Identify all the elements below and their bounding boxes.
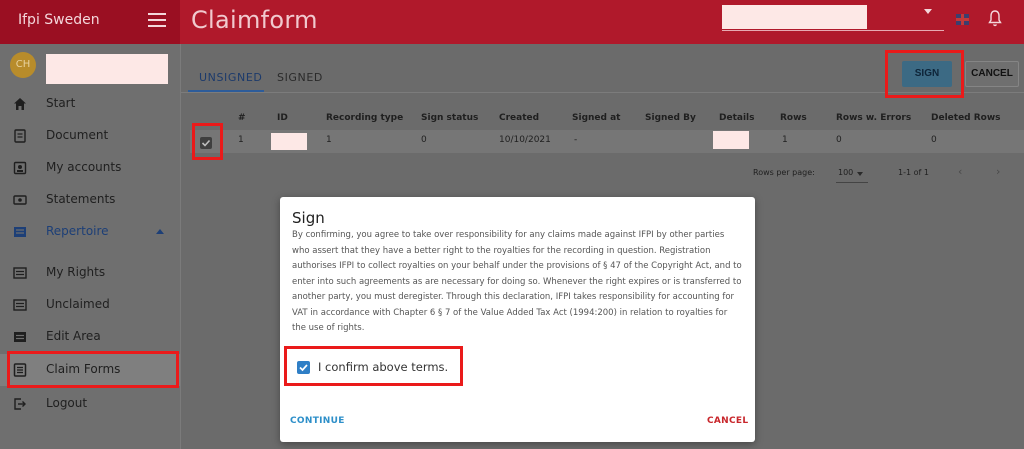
column-header-rows[interactable]: Rows: [780, 113, 807, 123]
list-icon: [13, 267, 27, 279]
sidebar-item-label: Start: [46, 96, 76, 110]
accounts-icon: [13, 161, 27, 175]
cell-created: 10/10/2021: [499, 135, 551, 145]
home-icon: [14, 98, 26, 110]
rows-per-page-select[interactable]: 100: [838, 168, 853, 177]
cell-deleted-rows: 0: [931, 135, 937, 145]
chevron-down-icon[interactable]: [857, 172, 863, 176]
sidebar-item-label: My Rights: [46, 265, 106, 279]
column-header-created[interactable]: Created: [499, 113, 539, 123]
list-icon: [14, 332, 26, 342]
statements-icon: [13, 195, 27, 205]
cell-details[interactable]: [713, 131, 749, 149]
sidebar: CH Start Document My accounts Statements…: [0, 44, 181, 449]
highlight-claim-forms: [7, 351, 179, 388]
sidebar-item-label: Document: [46, 128, 109, 142]
brand-area: Ifpi Sweden: [0, 0, 180, 44]
tab-unsigned[interactable]: UNSIGNED: [199, 71, 262, 84]
cancel-button[interactable]: CANCEL: [965, 61, 1019, 87]
previous-page-icon[interactable]: ‹: [958, 165, 962, 178]
column-header-signed-at[interactable]: Signed at: [572, 113, 620, 123]
sidebar-item-label: Statements: [46, 192, 116, 206]
highlight-sign-button: [885, 50, 964, 98]
sidebar-item-unclaimed[interactable]: Unclaimed: [0, 289, 180, 321]
sign-dialog: Sign By confirming, you agree to take ov…: [280, 197, 755, 442]
sidebar-item-document[interactable]: Document: [0, 120, 180, 152]
sidebar-item-label: Unclaimed: [46, 297, 110, 311]
avatar[interactable]: CH: [10, 52, 36, 78]
cell-sign-status: 0: [421, 135, 427, 145]
cell-recording-type: 1: [326, 135, 332, 145]
sidebar-item-repertoire[interactable]: Repertoire: [0, 216, 180, 248]
column-header-rows-errors[interactable]: Rows w. Errors: [836, 113, 911, 123]
document-icon: [14, 129, 26, 143]
continue-button[interactable]: CONTINUE: [288, 414, 347, 428]
dialog-cancel-button[interactable]: CANCEL: [705, 414, 750, 428]
notification-bell-icon[interactable]: [988, 10, 1002, 28]
chevron-up-icon: [156, 229, 164, 234]
cell-signed-at: -: [574, 135, 578, 145]
chevron-down-icon[interactable]: [924, 9, 932, 14]
repertoire-icon: [14, 227, 26, 237]
organisation-select-field[interactable]: [722, 5, 867, 29]
column-header-details[interactable]: Details: [719, 113, 754, 123]
sidebar-item-edit-area[interactable]: Edit Area: [0, 321, 180, 353]
sidebar-item-start[interactable]: Start: [0, 88, 180, 120]
list-icon: [13, 299, 27, 311]
rows-per-page-label: Rows per page:: [753, 168, 815, 177]
brand-name: Ifpi Sweden: [18, 12, 100, 28]
next-page-icon[interactable]: ›: [996, 165, 1000, 178]
cell-rows: 1: [782, 135, 788, 145]
sidebar-item-label: My accounts: [46, 160, 122, 174]
column-header-id[interactable]: ID: [277, 113, 288, 123]
tab-signed[interactable]: SIGNED: [277, 71, 323, 84]
hamburger-menu-icon[interactable]: [148, 13, 166, 27]
sidebar-item-my-rights[interactable]: My Rights: [0, 257, 180, 289]
user-name-field: [46, 54, 168, 84]
sidebar-item-label: Repertoire: [46, 224, 109, 238]
sidebar-item-label: Logout: [46, 396, 88, 410]
select-underline: [722, 30, 944, 31]
top-app-bar: Ifpi Sweden Claimform: [0, 0, 1024, 44]
highlight-row-checkbox: [192, 123, 223, 160]
column-header-number[interactable]: #: [238, 113, 246, 123]
cell-id: [271, 133, 307, 150]
column-header-signed-by[interactable]: Signed By: [645, 113, 696, 123]
logout-icon: [14, 398, 26, 410]
rows-per-page-underline: [836, 182, 868, 183]
dialog-body-text: By confirming, you agree to take over re…: [292, 230, 742, 333]
sidebar-item-logout[interactable]: Logout: [0, 388, 180, 420]
pagination-range: 1-1 of 1: [898, 168, 929, 177]
page-title: Claimform: [191, 6, 318, 34]
dialog-title: Sign: [292, 209, 325, 227]
cell-number: 1: [238, 135, 244, 145]
sidebar-item-my-accounts[interactable]: My accounts: [0, 152, 180, 184]
column-header-sign-status[interactable]: Sign status: [421, 113, 478, 123]
cell-rows-errors: 0: [836, 135, 842, 145]
language-flag-icon[interactable]: [956, 14, 969, 25]
column-header-deleted-rows[interactable]: Deleted Rows: [931, 113, 1001, 123]
column-header-recording-type[interactable]: Recording type: [326, 113, 403, 123]
sidebar-item-statements[interactable]: Statements: [0, 184, 180, 216]
sidebar-item-label: Edit Area: [46, 329, 101, 343]
table-row[interactable]: [190, 130, 1024, 153]
highlight-confirm-terms: [284, 346, 463, 386]
